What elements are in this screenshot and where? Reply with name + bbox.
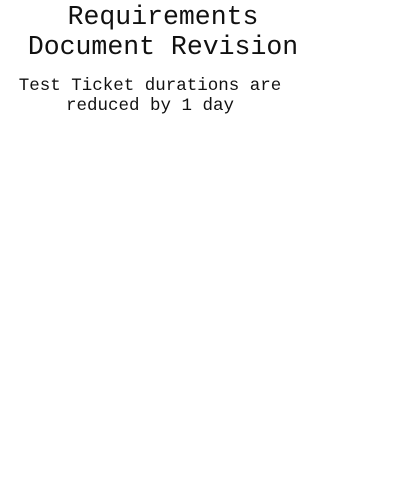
revision-notice-page: Requirements Document Revision Test Tick… — [0, 0, 400, 500]
page-title: Requirements Document Revision — [27, 2, 299, 62]
revision-message: Test Ticket durations are reduced by 1 d… — [18, 76, 282, 116]
